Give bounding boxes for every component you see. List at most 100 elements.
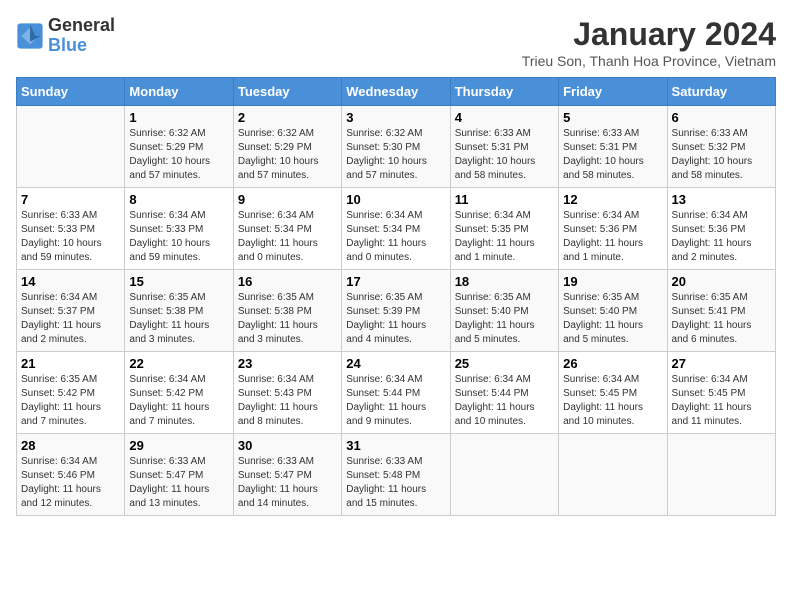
calendar-cell: 5Sunrise: 6:33 AMSunset: 5:31 PMDaylight… (559, 106, 667, 188)
header-cell-thursday: Thursday (450, 78, 558, 106)
calendar-cell: 26 Sunrise: 6:34 AMSunset: 5:45 PMDayligh… (559, 352, 667, 434)
calendar-header: SundayMondayTuesdayWednesdayThursdayFrid… (17, 78, 776, 106)
calendar-table: SundayMondayTuesdayWednesdayThursdayFrid… (16, 77, 776, 516)
day-number: 25 (455, 356, 554, 371)
calendar-cell: 2 Sunrise: 6:32 AMSunset: 5:29 PMDaylight… (233, 106, 341, 188)
week-row-5: 28Sunrise: 6:34 AMSunset: 5:46 PMDayligh… (17, 434, 776, 516)
day-number: 4 (455, 110, 554, 125)
page-header: General Blue January 2024 Trieu Son, Tha… (16, 16, 776, 69)
cell-content: Sunrise: 6:33 AMSunset: 5:31 PMDaylight:… (563, 127, 662, 183)
day-number: 11 (455, 192, 554, 207)
cell-content: Sunrise: 6:32 AMSunset: 5:29 PMDaylight:… (129, 127, 228, 183)
calendar-cell: 23Sunrise: 6:34 AMSunset: 5:43 PMDayligh… (233, 352, 341, 434)
day-number: 21 (21, 356, 120, 371)
cell-content: Sunrise: 6:33 AMSunset: 5:48 PMDaylight:… (346, 455, 445, 511)
day-number: 27 (672, 356, 771, 371)
header-cell-tuesday: Tuesday (233, 78, 341, 106)
calendar-cell: 25 Sunrise: 6:34 AMSunset: 5:44 PMDayligh… (450, 352, 558, 434)
calendar-cell: 4 Sunrise: 6:33 AMSunset: 5:31 PMDaylight… (450, 106, 558, 188)
logo-general-text: General (48, 15, 115, 35)
day-number: 1 (129, 110, 228, 125)
day-number: 28 (21, 438, 120, 453)
cell-content: Sunrise: 6:34 AMSunset: 5:44 PMDaylight:… (346, 373, 445, 429)
cell-content: Sunrise: 6:34 AMSunset: 5:43 PMDaylight:… (238, 373, 337, 429)
header-cell-saturday: Saturday (667, 78, 775, 106)
cell-content: Sunrise: 6:35 AMSunset: 5:38 PMDaylight:… (129, 291, 228, 347)
day-number: 24 (346, 356, 445, 371)
cell-content: Sunrise: 6:34 AMSunset: 5:34 PMDaylight:… (238, 209, 337, 265)
week-row-4: 21Sunrise: 6:35 AMSunset: 5:42 PMDayligh… (17, 352, 776, 434)
cell-content: Sunrise: 6:34 AMSunset: 5:36 PMDaylight:… (563, 209, 662, 265)
day-number: 17 (346, 274, 445, 289)
day-number: 31 (346, 438, 445, 453)
cell-content: Sunrise: 6:33 AMSunset: 5:31 PMDaylight:… (455, 127, 554, 183)
cell-content: Sunrise: 6:35 AMSunset: 5:40 PMDaylight:… (563, 291, 662, 347)
month-title: January 2024 (522, 16, 776, 53)
cell-content: Sunrise: 6:34 AMSunset: 5:42 PMDaylight:… (129, 373, 228, 429)
calendar-cell: 22 Sunrise: 6:34 AMSunset: 5:42 PMDayligh… (125, 352, 233, 434)
day-number: 18 (455, 274, 554, 289)
calendar-cell: 31 Sunrise: 6:33 AMSunset: 5:48 PMDayligh… (342, 434, 450, 516)
calendar-cell: 6 Sunrise: 6:33 AMSunset: 5:32 PMDaylight… (667, 106, 775, 188)
calendar-cell: 18 Sunrise: 6:35 AMSunset: 5:40 PMDayligh… (450, 270, 558, 352)
cell-content: Sunrise: 6:35 AMSunset: 5:40 PMDaylight:… (455, 291, 554, 347)
logo-icon (16, 22, 44, 50)
day-number: 8 (129, 192, 228, 207)
calendar-cell: 28Sunrise: 6:34 AMSunset: 5:46 PMDayligh… (17, 434, 125, 516)
day-number: 3 (346, 110, 445, 125)
cell-content: Sunrise: 6:34 AMSunset: 5:35 PMDaylight:… (455, 209, 554, 265)
calendar-cell: 14 Sunrise: 6:34 AMSunset: 5:37 PMDayligh… (17, 270, 125, 352)
calendar-cell: 7 Sunrise: 6:33 AMSunset: 5:33 PMDaylight… (17, 188, 125, 270)
calendar-cell: 3Sunrise: 6:32 AMSunset: 5:30 PMDaylight… (342, 106, 450, 188)
day-number: 30 (238, 438, 337, 453)
calendar-cell: 9Sunrise: 6:34 AMSunset: 5:34 PMDaylight… (233, 188, 341, 270)
day-number: 10 (346, 192, 445, 207)
calendar-cell: 29 Sunrise: 6:33 AMSunset: 5:47 PMDayligh… (125, 434, 233, 516)
calendar-cell: 30Sunrise: 6:33 AMSunset: 5:47 PMDayligh… (233, 434, 341, 516)
cell-content: Sunrise: 6:34 AMSunset: 5:44 PMDaylight:… (455, 373, 554, 429)
day-number: 7 (21, 192, 120, 207)
header-cell-sunday: Sunday (17, 78, 125, 106)
calendar-cell: 10 Sunrise: 6:34 AMSunset: 5:34 PMDayligh… (342, 188, 450, 270)
cell-content: Sunrise: 6:34 AMSunset: 5:36 PMDaylight:… (672, 209, 771, 265)
cell-content: Sunrise: 6:33 AMSunset: 5:32 PMDaylight:… (672, 127, 771, 183)
calendar-cell (17, 106, 125, 188)
week-row-3: 14 Sunrise: 6:34 AMSunset: 5:37 PMDayligh… (17, 270, 776, 352)
day-number: 26 (563, 356, 662, 371)
day-number: 22 (129, 356, 228, 371)
calendar-cell: 24 Sunrise: 6:34 AMSunset: 5:44 PMDayligh… (342, 352, 450, 434)
calendar-cell: 8 Sunrise: 6:34 AMSunset: 5:33 PMDaylight… (125, 188, 233, 270)
calendar-cell (667, 434, 775, 516)
header-cell-wednesday: Wednesday (342, 78, 450, 106)
logo: General Blue (16, 16, 115, 56)
day-number: 2 (238, 110, 337, 125)
week-row-1: 1 Sunrise: 6:32 AMSunset: 5:29 PMDaylight… (17, 106, 776, 188)
calendar-cell: 12 Sunrise: 6:34 AMSunset: 5:36 PMDayligh… (559, 188, 667, 270)
cell-content: Sunrise: 6:35 AMSunset: 5:41 PMDaylight:… (672, 291, 771, 347)
header-cell-friday: Friday (559, 78, 667, 106)
calendar-cell: 13 Sunrise: 6:34 AMSunset: 5:36 PMDayligh… (667, 188, 775, 270)
location: Trieu Son, Thanh Hoa Province, Vietnam (522, 53, 776, 69)
title-block: January 2024 Trieu Son, Thanh Hoa Provin… (522, 16, 776, 69)
cell-content: Sunrise: 6:34 AMSunset: 5:34 PMDaylight:… (346, 209, 445, 265)
day-number: 29 (129, 438, 228, 453)
cell-content: Sunrise: 6:34 AMSunset: 5:37 PMDaylight:… (21, 291, 120, 347)
day-number: 6 (672, 110, 771, 125)
week-row-2: 7 Sunrise: 6:33 AMSunset: 5:33 PMDaylight… (17, 188, 776, 270)
cell-content: Sunrise: 6:32 AMSunset: 5:29 PMDaylight:… (238, 127, 337, 183)
cell-content: Sunrise: 6:34 AMSunset: 5:33 PMDaylight:… (129, 209, 228, 265)
cell-content: Sunrise: 6:33 AMSunset: 5:33 PMDaylight:… (21, 209, 120, 265)
cell-content: Sunrise: 6:34 AMSunset: 5:45 PMDaylight:… (563, 373, 662, 429)
day-number: 14 (21, 274, 120, 289)
cell-content: Sunrise: 6:33 AMSunset: 5:47 PMDaylight:… (129, 455, 228, 511)
calendar-cell: 11 Sunrise: 6:34 AMSunset: 5:35 PMDayligh… (450, 188, 558, 270)
header-cell-monday: Monday (125, 78, 233, 106)
calendar-cell: 19 Sunrise: 6:35 AMSunset: 5:40 PMDayligh… (559, 270, 667, 352)
day-number: 19 (563, 274, 662, 289)
calendar-body: 1 Sunrise: 6:32 AMSunset: 5:29 PMDaylight… (17, 106, 776, 516)
day-number: 12 (563, 192, 662, 207)
day-number: 13 (672, 192, 771, 207)
calendar-cell: 21Sunrise: 6:35 AMSunset: 5:42 PMDayligh… (17, 352, 125, 434)
calendar-cell: 20Sunrise: 6:35 AMSunset: 5:41 PMDayligh… (667, 270, 775, 352)
cell-content: Sunrise: 6:35 AMSunset: 5:39 PMDaylight:… (346, 291, 445, 347)
